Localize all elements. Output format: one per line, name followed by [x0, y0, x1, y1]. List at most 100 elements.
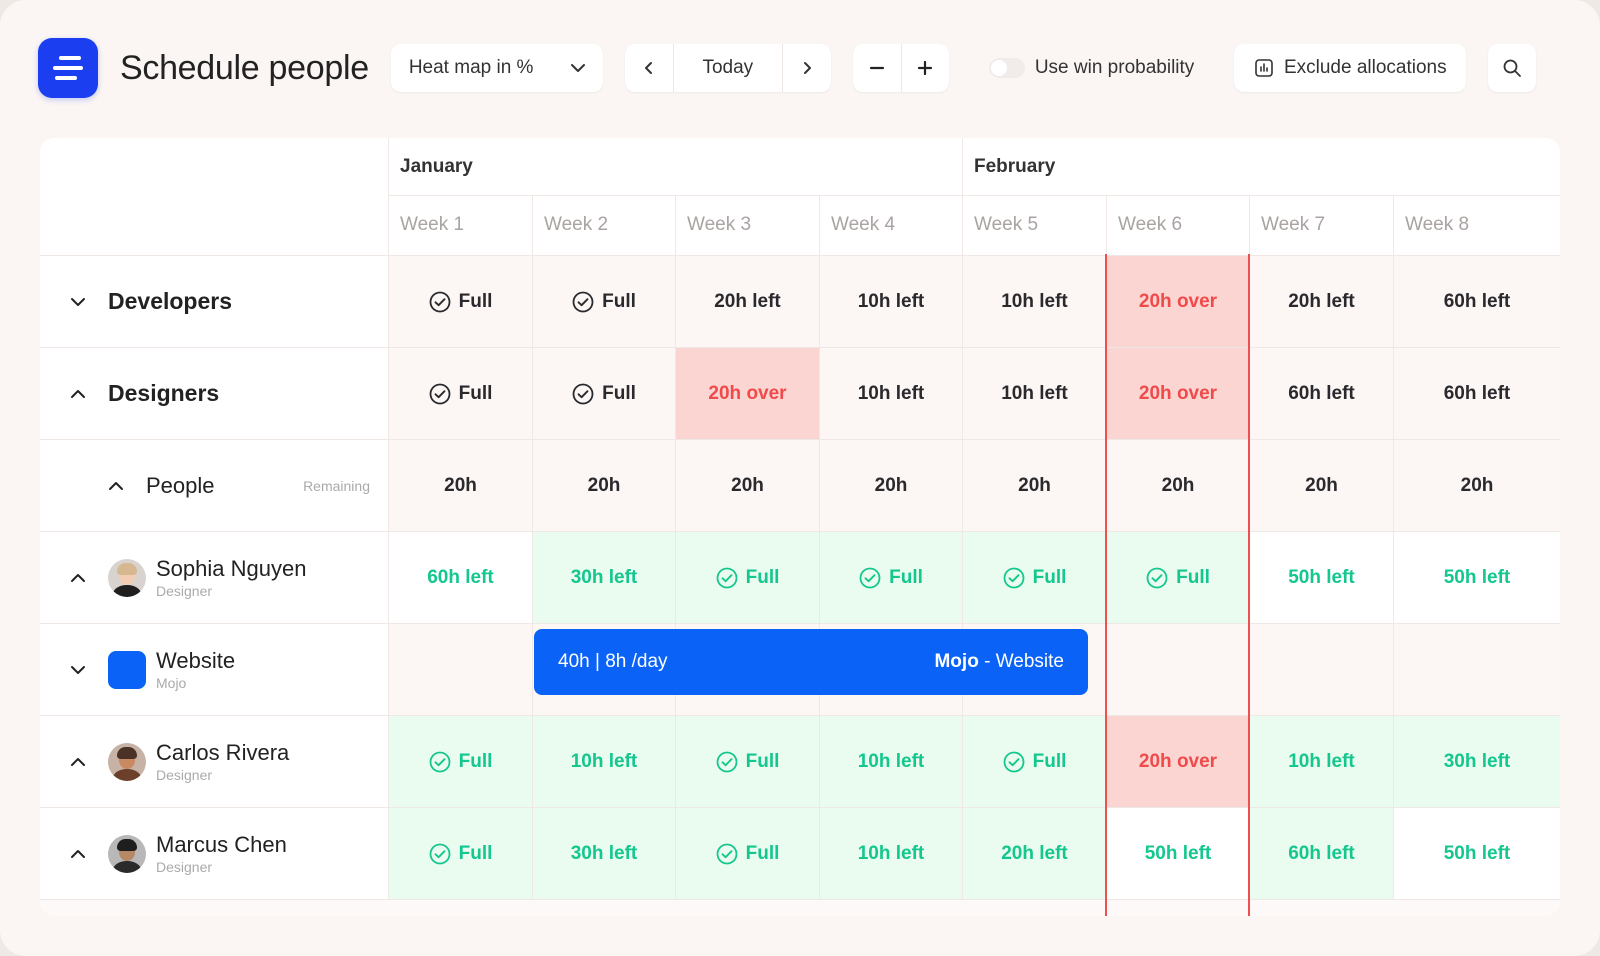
capacity-cell[interactable]: Full	[675, 716, 819, 808]
expand-toggle[interactable]	[68, 568, 88, 588]
group-row-designers[interactable]: Designers	[40, 348, 388, 440]
capacity-cell[interactable]: 20h over	[1106, 256, 1249, 348]
capacity-cell[interactable]: 50h left	[1393, 532, 1560, 624]
capacity-cell[interactable]: 20h	[1106, 440, 1249, 532]
project-cell[interactable]	[1249, 624, 1393, 716]
zoom-out-button[interactable]	[853, 44, 901, 92]
capacity-cell[interactable]: 10h left	[819, 348, 962, 440]
capacity-cell[interactable]: 50h left	[1393, 808, 1560, 900]
expand-toggle[interactable]	[68, 384, 88, 404]
search-button[interactable]	[1488, 44, 1537, 92]
capacity-cell[interactable]: 10h left	[962, 348, 1106, 440]
capacity-cell[interactable]: Full	[1106, 532, 1249, 624]
capacity-cell[interactable]: 60h left	[1249, 808, 1393, 900]
capacity-cell[interactable]: 20h	[1249, 440, 1393, 532]
booking-bar[interactable]: 40h | 8h /day Mojo - Website	[534, 629, 1088, 695]
capacity-cell[interactable]: 20h	[962, 440, 1106, 532]
capacity-cell[interactable]: Full	[962, 716, 1106, 808]
capacity-cell[interactable]: 20h left	[675, 256, 819, 348]
capacity-value: 20h left	[1288, 290, 1355, 312]
capacity-cell[interactable]: Full	[388, 348, 532, 440]
project-row[interactable]: Website Mojo	[40, 624, 388, 716]
capacity-cell[interactable]: Full	[532, 348, 675, 440]
capacity-cell[interactable]: 50h left	[1249, 532, 1393, 624]
previous-button[interactable]	[625, 44, 673, 92]
exclude-allocations-button[interactable]: Exclude allocations	[1234, 44, 1467, 92]
group-label: Developers	[108, 288, 233, 314]
capacity-value: 20h	[1460, 474, 1494, 496]
capacity-value: 10h left	[857, 382, 925, 404]
logo-icon[interactable]	[38, 38, 98, 98]
win-probability-toggle[interactable]	[988, 58, 1025, 78]
project-cell[interactable]	[1106, 624, 1249, 716]
capacity-value: 30h left	[1443, 750, 1511, 772]
capacity-cell[interactable]: 10h left	[819, 808, 962, 900]
minus-icon	[869, 66, 884, 70]
capacity-cell[interactable]: 20h	[675, 440, 819, 532]
project-cell[interactable]	[1393, 624, 1560, 716]
capacity-cell[interactable]: 20h over	[675, 348, 819, 440]
person-row[interactable]: Carlos Rivera Designer	[40, 716, 388, 808]
group-row-developers[interactable]: Developers	[40, 256, 388, 348]
group-label: Designers	[108, 380, 220, 406]
zoom-controls	[852, 44, 949, 92]
capacity-cell[interactable]: 20h	[1393, 440, 1560, 532]
capacity-cell[interactable]: 20h	[532, 440, 675, 532]
person-row[interactable]: Marcus Chen Designer	[40, 808, 388, 900]
capacity-cell[interactable]: Full	[675, 532, 819, 624]
capacity-cell[interactable]: 20h left	[1249, 256, 1393, 348]
capacity-cell[interactable]: 20h	[388, 440, 532, 532]
capacity-cell[interactable]: 10h left	[1249, 716, 1393, 808]
capacity-value: 20h	[1161, 474, 1195, 496]
capacity-cell[interactable]: 10h left	[819, 256, 962, 348]
capacity-cell[interactable]: 10h left	[962, 256, 1106, 348]
capacity-value: 10h left	[857, 842, 925, 864]
capacity-cell[interactable]: 20h over	[1106, 716, 1249, 808]
today-button[interactable]: Today	[672, 44, 783, 92]
capacity-cell[interactable]: 30h left	[532, 532, 675, 624]
view-select-value: Heat map in %	[408, 57, 534, 78]
project-cell[interactable]	[388, 624, 532, 716]
person-role: Designer	[156, 767, 213, 783]
view-select[interactable]: Heat map in %	[390, 44, 603, 92]
expand-toggle[interactable]	[68, 752, 88, 772]
capacity-cell[interactable]: Full	[388, 716, 532, 808]
capacity-cell[interactable]: Full	[388, 256, 532, 348]
capacity-cell[interactable]: 20h left	[962, 808, 1106, 900]
capacity-cell[interactable]: Full	[388, 808, 532, 900]
page-title: Schedule people	[120, 48, 369, 87]
capacity-cell[interactable]: Full	[819, 532, 962, 624]
next-button[interactable]	[783, 44, 831, 92]
capacity-cell[interactable]: 20h	[819, 440, 962, 532]
expand-toggle[interactable]	[68, 292, 88, 312]
capacity-value: 10h left	[570, 750, 638, 772]
chevron-right-icon	[803, 62, 811, 74]
capacity-cell[interactable]: 20h over	[1106, 348, 1249, 440]
capacity-cell[interactable]: Full	[962, 532, 1106, 624]
capacity-cell[interactable]: 60h left	[388, 532, 532, 624]
expand-toggle[interactable]	[68, 660, 88, 680]
people-subgroup-row[interactable]: People Remaining	[40, 440, 388, 532]
capacity-cell[interactable]: 50h left	[1106, 808, 1249, 900]
capacity-cell[interactable]: 60h left	[1393, 348, 1560, 440]
capacity-value: Full	[458, 842, 493, 864]
person-row[interactable]: Sophia Nguyen Designer	[40, 532, 388, 624]
current-week-marker	[1105, 254, 1107, 916]
zoom-in-button[interactable]	[900, 44, 949, 92]
capacity-cell[interactable]: 10h left	[532, 716, 675, 808]
capacity-value: 50h left	[1443, 842, 1511, 864]
check-circle-icon	[429, 751, 451, 772]
week-header: Week 2	[532, 196, 675, 256]
capacity-value: 20h left	[714, 290, 781, 312]
capacity-cell[interactable]: 30h left	[532, 808, 675, 900]
capacity-cell[interactable]: Full	[532, 256, 675, 348]
capacity-cell[interactable]: 30h left	[1393, 716, 1560, 808]
expand-toggle[interactable]	[106, 476, 126, 496]
expand-toggle[interactable]	[68, 844, 88, 864]
capacity-value: Full	[602, 290, 636, 312]
capacity-cell[interactable]: Full	[675, 808, 819, 900]
capacity-cell[interactable]: 10h left	[819, 716, 962, 808]
capacity-cell[interactable]: 60h left	[1393, 256, 1560, 348]
capacity-value: 20h over	[708, 382, 787, 404]
capacity-cell[interactable]: 60h left	[1249, 348, 1393, 440]
